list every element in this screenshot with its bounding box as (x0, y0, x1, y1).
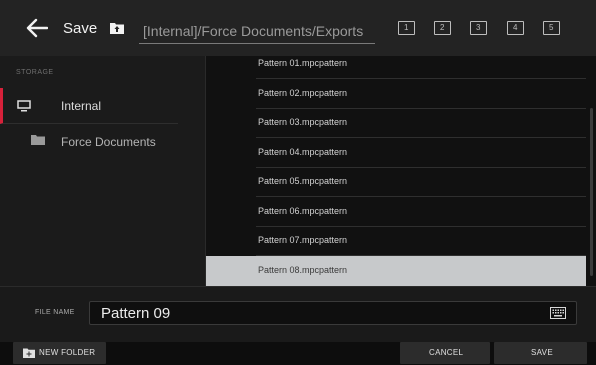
file-name: Pattern 02.mpcpattern (258, 88, 348, 98)
file-name: Pattern 04.mpcpattern (258, 147, 348, 157)
back-arrow-icon[interactable] (26, 18, 48, 38)
parent-folder-icon[interactable] (110, 22, 124, 34)
folder-icon (31, 135, 45, 145)
list-item[interactable]: Pattern 06.mpcpattern (256, 197, 586, 227)
cancel-button[interactable]: CANCEL (400, 342, 490, 364)
file-name: Pattern 03.mpcpattern (258, 117, 348, 127)
save-label: SAVE (531, 348, 553, 357)
header-bar: Save [Internal]/Force Documents/Exports … (0, 0, 596, 56)
storage-section-label: STORAGE (16, 69, 54, 76)
keyboard-icon[interactable] (550, 307, 566, 319)
list-item[interactable]: Pattern 04.mpcpattern (256, 138, 586, 168)
monitor-icon (17, 100, 31, 112)
slot-4-label: 4 (513, 23, 518, 32)
file-name: Pattern 07.mpcpattern (258, 235, 348, 245)
cancel-label: CANCEL (429, 348, 464, 357)
slot-1-label: 1 (404, 23, 409, 32)
filename-value: Pattern 09 (101, 305, 171, 322)
sidebar-item-label: Force Documents (61, 135, 156, 149)
slot-5-label: 5 (549, 23, 554, 32)
storage-panel: STORAGE Internal Force Documents (0, 56, 205, 286)
list-item-selected[interactable]: Pattern 08.mpcpattern (206, 256, 586, 286)
list-item[interactable]: Pattern 05.mpcpattern (256, 167, 586, 197)
slot-1-button[interactable]: 1 (398, 21, 415, 35)
list-item[interactable]: Pattern 07.mpcpattern (256, 226, 586, 256)
slot-3-button[interactable]: 3 (470, 21, 487, 35)
slot-4-button[interactable]: 4 (507, 21, 524, 35)
path-field[interactable]: [Internal]/Force Documents/Exports (139, 16, 375, 44)
sidebar-item-force-documents[interactable]: Force Documents (0, 124, 178, 160)
new-folder-label: NEW FOLDER (39, 348, 96, 357)
file-name: Pattern 01.mpcpattern (258, 58, 348, 68)
sidebar-item-label: Internal (61, 99, 102, 113)
page-title: Save (63, 20, 98, 37)
slot-2-label: 2 (440, 23, 445, 32)
save-button[interactable]: SAVE (494, 342, 587, 364)
filename-label: FILE NAME (35, 309, 75, 316)
file-list: Pattern 01.mpcpattern Pattern 02.mpcpatt… (205, 56, 596, 286)
filename-bar: FILE NAME Pattern 09 (0, 286, 596, 342)
path-text: [Internal]/Force Documents/Exports (143, 23, 364, 39)
file-name: Pattern 06.mpcpattern (258, 206, 348, 216)
slot-2-button[interactable]: 2 (434, 21, 451, 35)
footer-bar: NEW FOLDER CANCEL SAVE (0, 342, 596, 365)
scrollbar[interactable] (590, 108, 593, 276)
file-name: Pattern 05.mpcpattern (258, 176, 348, 186)
sidebar-item-internal[interactable]: Internal (0, 88, 178, 124)
new-folder-button[interactable]: NEW FOLDER (13, 342, 106, 364)
list-item[interactable]: Pattern 02.mpcpattern (256, 79, 586, 109)
filename-field[interactable]: Pattern 09 (89, 301, 577, 325)
slot-3-label: 3 (476, 23, 481, 32)
list-item[interactable]: Pattern 03.mpcpattern (256, 108, 586, 138)
new-folder-icon (23, 348, 35, 358)
slot-5-button[interactable]: 5 (543, 21, 560, 35)
file-name: Pattern 08.mpcpattern (258, 265, 348, 275)
list-item[interactable]: Pattern 01.mpcpattern (256, 56, 586, 79)
